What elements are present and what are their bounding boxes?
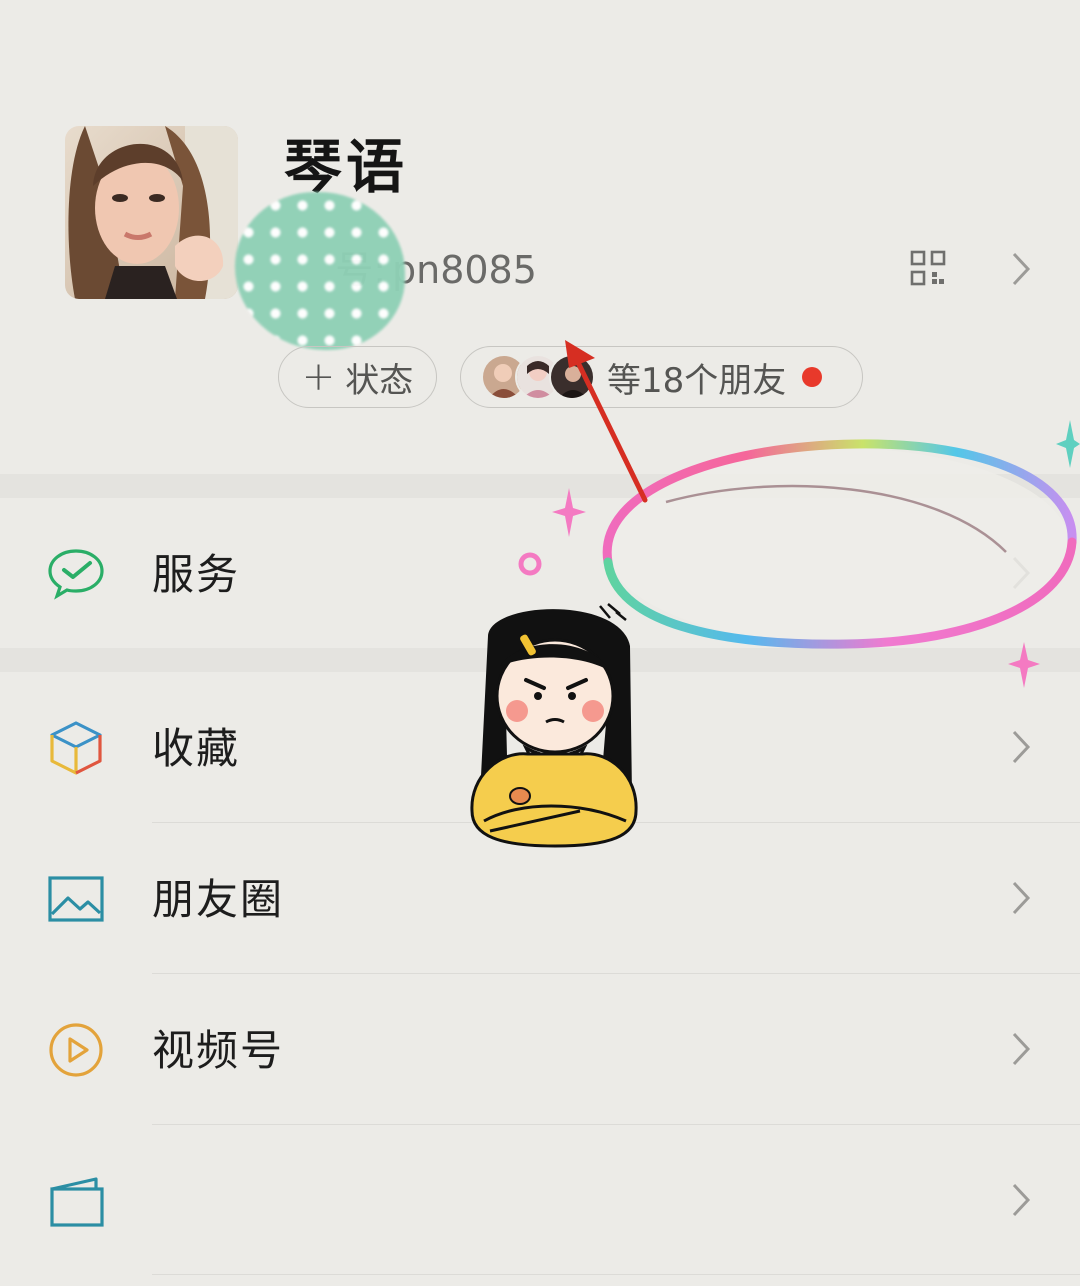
cube-icon — [50, 721, 102, 775]
card-wallet-icon — [50, 1177, 104, 1227]
menu-item-label: 朋友圈 — [152, 875, 285, 924]
chevron-right-icon — [1012, 881, 1031, 915]
notification-dot — [802, 367, 823, 387]
play-circle-icon — [49, 1023, 103, 1077]
wechat-id-value: pn8085 — [392, 248, 537, 292]
menu-item-cards[interactable] — [0, 1125, 1080, 1275]
menu-item-label: 收藏 — [152, 724, 241, 773]
status-button-label: 状态 — [345, 360, 414, 401]
wechat-pay-check-icon — [48, 549, 104, 600]
image-icon — [48, 876, 104, 922]
qr-code-icon[interactable] — [910, 250, 946, 286]
rainbow-highlight-circle — [602, 439, 1077, 649]
menu-item-label: 服务 — [152, 550, 241, 599]
cartoon-girl-sticker — [470, 603, 638, 848]
menu-item-label: 视频号 — [152, 1026, 285, 1075]
plus-icon: + — [301, 354, 336, 400]
avatar[interactable] — [65, 126, 238, 299]
red-annotation-arrow — [565, 340, 648, 503]
menu-item-channels[interactable]: 视频号 — [0, 974, 1080, 1124]
chevron-right-icon[interactable] — [1010, 250, 1032, 288]
nickname: 琴语 — [284, 133, 409, 201]
avatar-photo — [65, 126, 238, 299]
add-status-button[interactable]: + 状态 — [278, 346, 437, 408]
chevron-right-icon — [1012, 1032, 1031, 1066]
chevron-right-icon — [1012, 1183, 1031, 1217]
polka-dot-sticker — [235, 192, 405, 350]
chevron-right-icon — [1012, 730, 1031, 764]
row-divider — [152, 1274, 1080, 1275]
